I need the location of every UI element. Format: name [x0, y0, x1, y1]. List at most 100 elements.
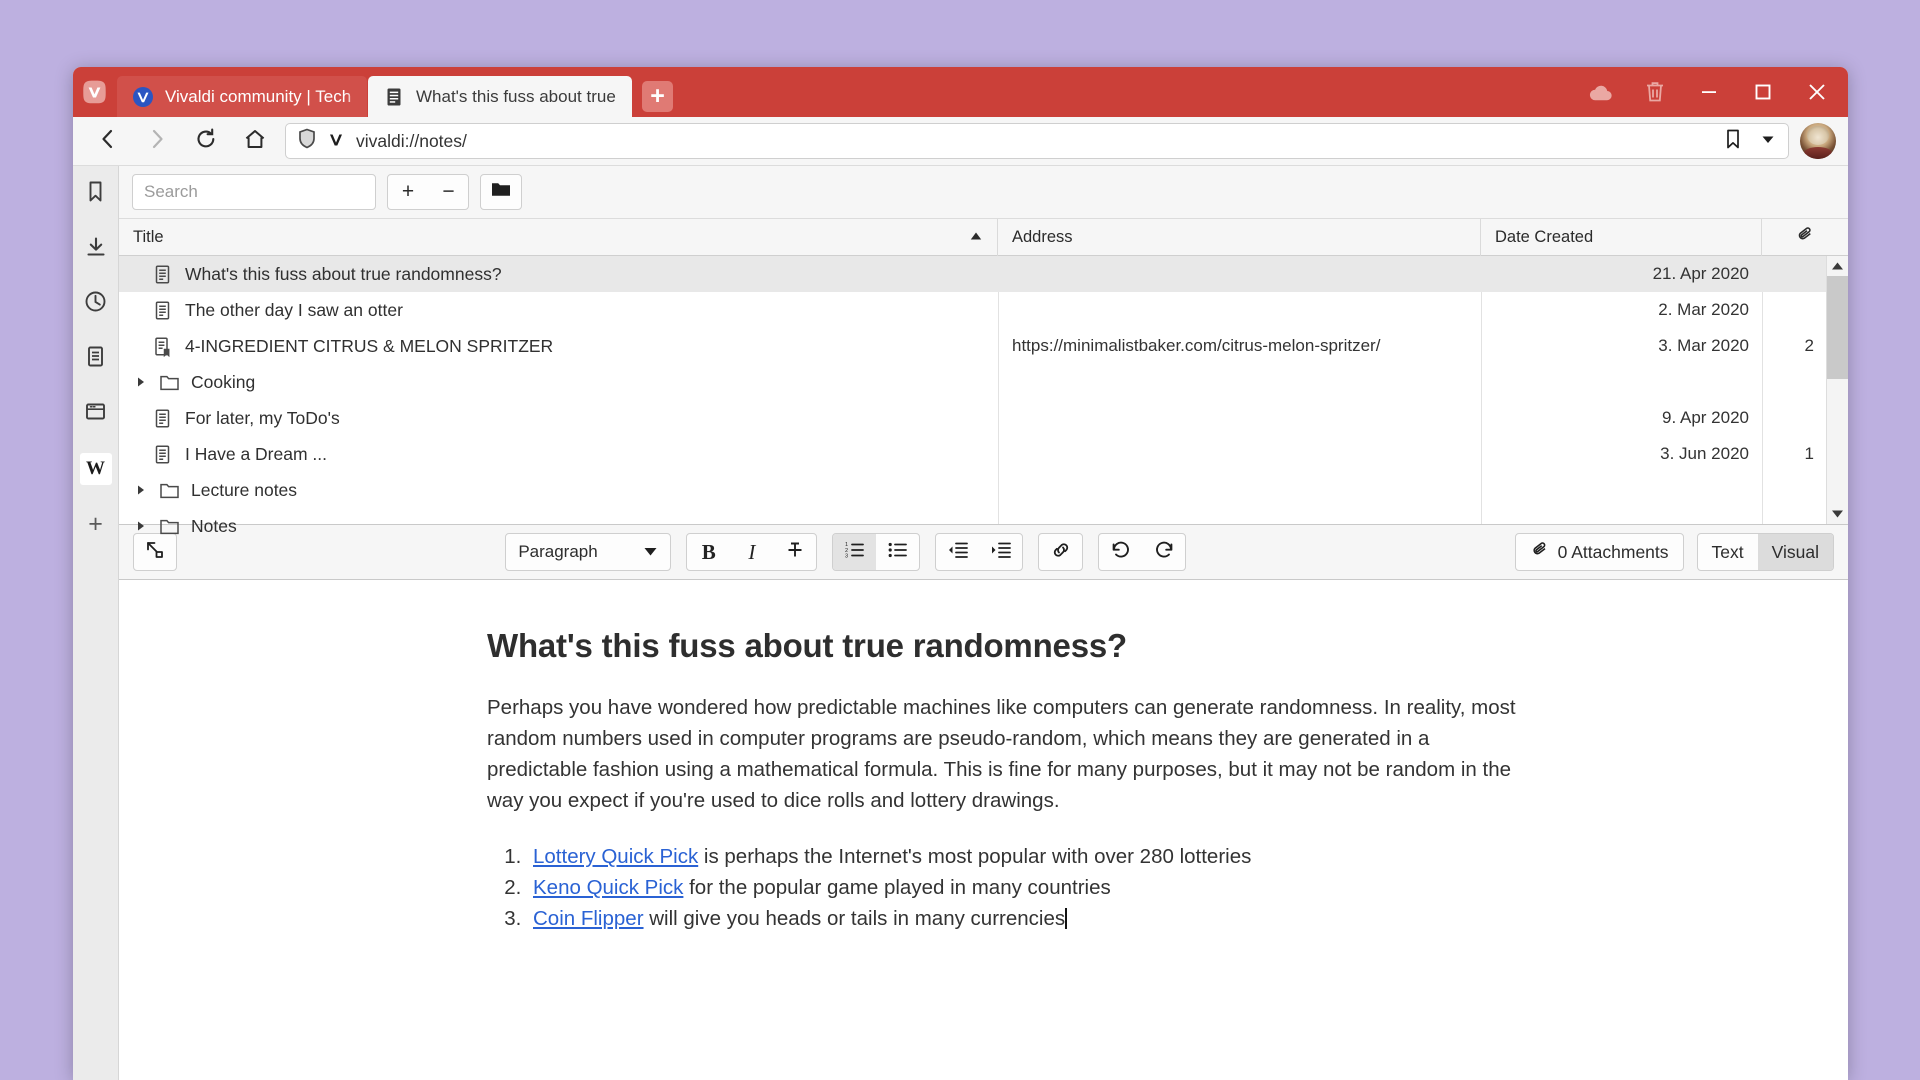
table-row[interactable]: I Have a Dream ... 3. Jun 2020 1 [119, 436, 1826, 472]
chevron-down-icon[interactable] [1760, 131, 1776, 152]
tab-bar: Vivaldi community | Tech fo What's this … [73, 67, 1848, 117]
tab-notes[interactable]: What's this fuss about true [368, 76, 632, 117]
url-field[interactable]: vivaldi://notes/ [285, 123, 1789, 159]
paperclip-icon [1796, 226, 1815, 248]
row-title-label: I Have a Dream ... [185, 443, 327, 464]
notes-table-header: Title Address Date Created [119, 218, 1848, 256]
maximize-button[interactable] [1736, 67, 1790, 117]
scrollbar-thumb[interactable] [1826, 276, 1848, 379]
table-row[interactable]: 4-INGREDIENT CITRUS & MELON SPRITZER http… [119, 328, 1826, 364]
sidebar-item-bookmarks[interactable] [80, 178, 112, 210]
bookmark-icon[interactable] [1724, 128, 1742, 155]
scroll-up-button[interactable] [1827, 256, 1849, 276]
table-row[interactable]: For later, my ToDo's 9. Apr 2020 [119, 400, 1826, 436]
table-row[interactable]: Lecture notes [119, 472, 1826, 508]
list-item: Keno Quick Pick for the popular game pla… [527, 872, 1848, 903]
column-header-date-created[interactable]: Date Created [1481, 218, 1762, 256]
sidebar-item-windows[interactable] [80, 398, 112, 430]
tab-vivaldi-community[interactable]: Vivaldi community | Tech fo [117, 76, 367, 117]
plus-icon: + [88, 509, 103, 538]
scrollbar-track[interactable] [1826, 276, 1848, 504]
sidebar-item-wikipedia[interactable]: W [79, 453, 112, 485]
note-icon [153, 300, 175, 321]
remove-note-button[interactable]: − [428, 175, 468, 209]
vivaldi-v-icon[interactable] [326, 129, 346, 154]
note-link[interactable]: Lottery Quick Pick [533, 845, 698, 868]
row-title-cell[interactable]: Cooking [119, 364, 998, 400]
attachments-label: 0 Attachments [1557, 541, 1669, 562]
row-title-label: What's this fuss about true randomness? [185, 263, 502, 284]
new-tab-button[interactable]: + [642, 81, 673, 112]
column-label: Date Created [1495, 227, 1594, 246]
note-link[interactable]: Keno Quick Pick [533, 876, 683, 899]
sidebar-item-history[interactable] [80, 288, 112, 320]
panel-sidebar: W + [73, 166, 119, 1080]
row-attachments-cell: 2 [1804, 336, 1814, 355]
search-input[interactable] [132, 174, 376, 210]
expand-twisty-icon[interactable] [133, 520, 149, 532]
minimize-button[interactable] [1682, 67, 1736, 117]
vivaldi-logo-icon[interactable] [73, 67, 115, 117]
tab-label: What's this fuss about true [416, 86, 616, 106]
home-icon [243, 127, 267, 156]
forward-arrow-icon [146, 127, 168, 156]
list-item: Lottery Quick Pick is perhaps the Intern… [527, 841, 1848, 872]
notes-table-body: What's this fuss about true randomness? 2… [119, 256, 1826, 536]
expand-twisty-icon[interactable] [133, 376, 149, 388]
trash-button[interactable] [1628, 67, 1682, 117]
row-title-label: The other day I saw an otter [185, 299, 403, 320]
column-header-attachments[interactable] [1762, 219, 1848, 256]
new-folder-group [480, 174, 522, 210]
row-title-cell[interactable]: Lecture notes [119, 472, 998, 508]
row-title-label: Lecture notes [191, 479, 298, 500]
table-row[interactable]: Notes [119, 508, 1826, 544]
list-item-text: is perhaps the Internet's most popular w… [698, 845, 1252, 868]
table-row[interactable]: What's this fuss about true randomness? 2… [119, 256, 1826, 292]
scroll-down-button[interactable] [1827, 504, 1849, 524]
note-attachment-icon [153, 336, 175, 357]
list-item-text: will give you heads or tails in many cur… [643, 907, 1066, 930]
home-button[interactable] [230, 120, 279, 162]
row-title-cell[interactable]: I Have a Dream ... [119, 436, 998, 472]
sidebar-item-add-panel[interactable]: + [80, 508, 112, 540]
note-icon [153, 408, 175, 429]
add-remove-group: + − [387, 174, 469, 210]
sort-ascending-icon [969, 228, 983, 247]
avatar[interactable] [1800, 123, 1836, 159]
sidebar-item-notes[interactable] [80, 343, 112, 375]
column-header-title[interactable]: Title [119, 218, 998, 256]
row-attachments-cell: 1 [1804, 444, 1814, 463]
notes-icon [85, 345, 106, 373]
new-folder-button[interactable] [481, 175, 521, 209]
row-title-label: For later, my ToDo's [185, 407, 340, 428]
sidebar-item-downloads[interactable] [80, 233, 112, 265]
browser-window: Vivaldi community | Tech fo What's this … [73, 67, 1848, 1080]
row-address-cell: https://minimalistbaker.com/citrus-melon… [1012, 336, 1381, 355]
row-title-label: 4-INGREDIENT CITRUS & MELON SPRITZER [185, 335, 554, 356]
notes-list-scrollbar[interactable] [1826, 256, 1848, 524]
minimize-icon [1699, 82, 1719, 102]
column-header-address[interactable]: Address [998, 218, 1481, 256]
list-item: Coin Flipper will give you heads or tail… [527, 903, 1848, 934]
row-title-cell[interactable]: 4-INGREDIENT CITRUS & MELON SPRITZER [119, 328, 998, 364]
plus-icon: + [650, 82, 665, 110]
address-bar: vivaldi://notes/ [73, 117, 1848, 166]
expand-twisty-icon[interactable] [133, 484, 149, 496]
row-title-cell[interactable]: What's this fuss about true randomness? [119, 256, 998, 292]
shield-icon[interactable] [298, 128, 316, 154]
note-editor: Paragraph B I 1 2 3 0 Attachments Text V… [119, 524, 1848, 1080]
note-link[interactable]: Coin Flipper [533, 907, 644, 930]
reload-button[interactable] [181, 120, 230, 162]
close-icon [1806, 81, 1828, 103]
close-button[interactable] [1790, 67, 1844, 117]
row-title-cell[interactable]: The other day I saw an otter [119, 292, 998, 328]
add-note-button[interactable]: + [388, 175, 428, 209]
table-row[interactable]: The other day I saw an otter 2. Mar 2020 [119, 292, 1826, 328]
row-title-cell[interactable]: For later, my ToDo's [119, 400, 998, 436]
row-title-cell[interactable]: Notes [119, 508, 998, 544]
table-row[interactable]: Cooking [119, 364, 1826, 400]
sync-cloud-button[interactable] [1574, 67, 1628, 117]
note-content-area[interactable]: What's this fuss about true randomness? … [119, 580, 1848, 1080]
forward-button[interactable] [132, 120, 181, 162]
back-button[interactable] [83, 120, 132, 162]
